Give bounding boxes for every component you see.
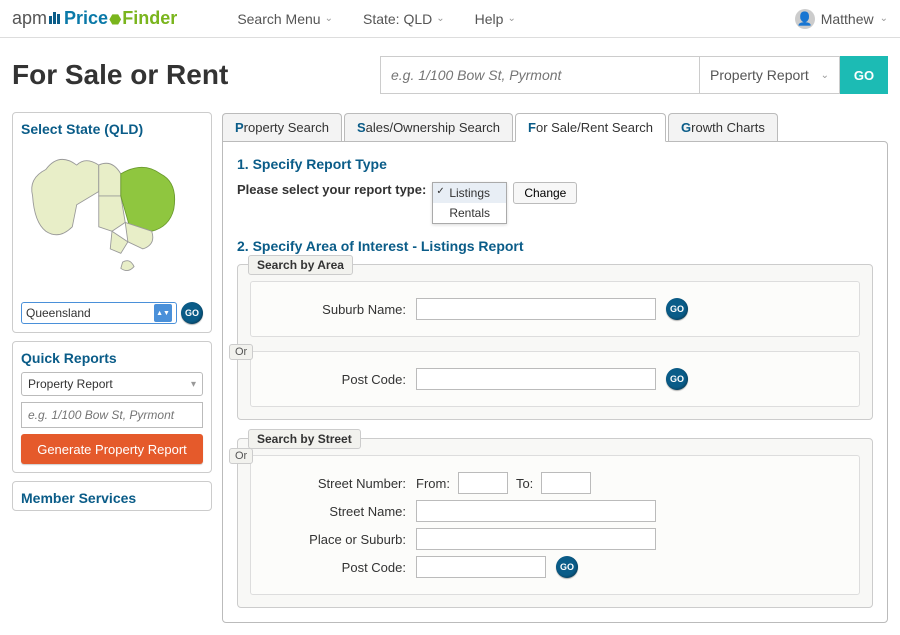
select-state-title: Select State (QLD): [21, 121, 203, 137]
state-select[interactable]: Queensland ▲▼: [21, 302, 177, 324]
quick-report-select-value: Property Report: [28, 377, 113, 391]
search-by-street-fieldset: Search by Street Or Street Number: From:…: [237, 438, 873, 608]
to-label: To:: [516, 476, 533, 491]
chevron-down-icon: ⌄: [507, 13, 515, 24]
suburb-go-button[interactable]: GO: [666, 298, 688, 320]
street-number-row: Street Number: From: To:: [261, 472, 849, 494]
top-search-group: Property Report ⌄ GO: [380, 56, 888, 94]
nav-label: State: QLD: [363, 11, 432, 27]
chevron-down-icon: ⌄: [436, 13, 444, 24]
suburb-label: Suburb Name:: [261, 302, 406, 317]
or-badge: Or: [229, 344, 253, 360]
state-select-value: Queensland: [26, 306, 91, 320]
report-type-select[interactable]: Property Report ⌄: [700, 56, 840, 94]
nav-search-menu[interactable]: Search Menu ⌄: [237, 11, 333, 27]
member-services-box: Member Services: [12, 481, 212, 511]
chevron-down-icon: ⌄: [821, 70, 829, 81]
street-go-button[interactable]: GO: [556, 556, 578, 578]
place-input[interactable]: [416, 528, 656, 550]
content-area: Property Search Sales/Ownership Search F…: [222, 112, 888, 623]
title-row: For Sale or Rent Property Report ⌄ GO: [0, 38, 900, 112]
australia-map-icon[interactable]: [21, 143, 203, 293]
logo-finder-text: Finder: [122, 8, 177, 29]
sidebar: Select State (QLD) Queensland ▲▼ GO Quic…: [12, 112, 212, 623]
street-number-label: Street Number:: [261, 476, 406, 491]
postcode-input[interactable]: [416, 368, 656, 390]
search-panel: 1. Specify Report Type Please select you…: [222, 141, 888, 623]
change-button[interactable]: Change: [513, 182, 577, 204]
generate-report-button[interactable]: Generate Property Report: [21, 434, 203, 464]
report-type-dropdown[interactable]: Listings Rentals: [432, 182, 507, 224]
header-bar: apm Price ⬣ Finder Search Menu ⌄ State: …: [0, 0, 900, 38]
postcode-row: Post Code: GO: [261, 368, 849, 390]
street-name-label: Street Name:: [261, 504, 406, 519]
chevron-down-icon: ▾: [191, 379, 196, 390]
street-name-input[interactable]: [416, 500, 656, 522]
chevron-down-icon: ⌄: [880, 13, 888, 24]
step1-heading: 1. Specify Report Type: [237, 156, 873, 172]
quick-reports-box: Quick Reports Property Report ▾ Generate…: [12, 341, 212, 473]
quick-report-type-select[interactable]: Property Report ▾: [21, 372, 203, 396]
main-layout: Select State (QLD) Queensland ▲▼ GO Quic…: [0, 112, 900, 635]
nav-state[interactable]: State: QLD ⌄: [363, 11, 445, 27]
suburb-row: Suburb Name: GO: [261, 298, 849, 320]
street-name-row: Street Name:: [261, 500, 849, 522]
tab-sales-ownership-search[interactable]: Sales/Ownership Search: [344, 113, 513, 142]
quick-report-address-input[interactable]: [21, 402, 203, 428]
street-postcode-label: Post Code:: [261, 560, 406, 575]
avatar-icon: 👤: [795, 9, 815, 29]
report-select-label: Property Report: [710, 67, 809, 83]
user-name: Matthew: [821, 11, 874, 27]
street-number-from-input[interactable]: [458, 472, 508, 494]
logo-apm-text: apm: [12, 8, 47, 29]
postcode-label: Post Code:: [261, 372, 406, 387]
quick-reports-title: Quick Reports: [21, 350, 203, 366]
logo: apm Price ⬣ Finder: [12, 8, 177, 29]
nav-label: Search Menu: [237, 11, 320, 27]
shield-icon: ⬣: [109, 11, 121, 28]
step2-heading: 2. Specify Area of Interest - Listings R…: [237, 238, 873, 254]
search-by-street-legend: Search by Street: [248, 429, 361, 449]
street-postcode-row: Post Code: GO: [261, 556, 849, 578]
page-title: For Sale or Rent: [12, 59, 228, 91]
select-state-box: Select State (QLD) Queensland ▲▼ GO: [12, 112, 212, 333]
member-services-title: Member Services: [21, 490, 203, 506]
or-badge: Or: [229, 448, 253, 464]
logo-price-text: Price: [64, 8, 108, 29]
go-button[interactable]: GO: [840, 56, 888, 94]
select-arrows-icon: ▲▼: [154, 304, 172, 322]
address-search-input[interactable]: [380, 56, 700, 94]
tab-for-sale-rent-search[interactable]: For Sale/Rent Search: [515, 113, 666, 142]
search-by-area-legend: Search by Area: [248, 255, 353, 275]
report-type-label: Please select your report type:: [237, 182, 426, 197]
postcode-go-button[interactable]: GO: [666, 368, 688, 390]
tab-bar: Property Search Sales/Ownership Search F…: [222, 112, 888, 141]
dropdown-option-listings[interactable]: Listings: [433, 183, 506, 203]
user-menu[interactable]: 👤 Matthew ⌄: [795, 9, 888, 29]
nav-label: Help: [475, 11, 504, 27]
place-row: Place or Suburb:: [261, 528, 849, 550]
place-label: Place or Suburb:: [261, 532, 406, 547]
street-number-to-input[interactable]: [541, 472, 591, 494]
report-type-row: Please select your report type: Listings…: [237, 182, 873, 224]
dropdown-option-rentals[interactable]: Rentals: [433, 203, 506, 223]
tab-property-search[interactable]: Property Search: [222, 113, 342, 142]
nav-help[interactable]: Help ⌄: [475, 11, 516, 27]
tab-growth-charts[interactable]: Growth Charts: [668, 113, 778, 142]
search-by-area-fieldset: Search by Area Suburb Name: GO Or Post C…: [237, 264, 873, 420]
from-label: From:: [416, 476, 450, 491]
street-postcode-input[interactable]: [416, 556, 546, 578]
suburb-input[interactable]: [416, 298, 656, 320]
chevron-down-icon: ⌄: [325, 13, 333, 24]
main-nav: Search Menu ⌄ State: QLD ⌄ Help ⌄: [237, 11, 516, 27]
state-go-button[interactable]: GO: [181, 302, 203, 324]
bars-icon: [49, 12, 60, 24]
